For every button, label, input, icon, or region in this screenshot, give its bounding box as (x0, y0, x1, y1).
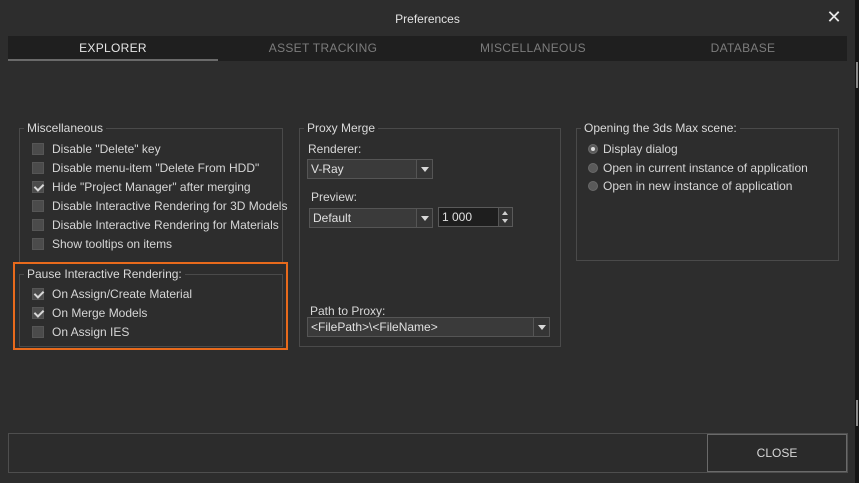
preview-label: Preview: (311, 190, 358, 204)
tab-bar: EXPLORER ASSET TRACKING MISCELLANEOUS DA… (8, 36, 847, 61)
checkbox-box[interactable] (32, 238, 44, 250)
checkbox-hide-project-manager[interactable]: Hide "Project Manager" after merging (32, 178, 251, 196)
window-title: Preferences (395, 12, 460, 26)
checkbox-label: Disable Interactive Rendering for 3D Mod… (52, 199, 288, 213)
tab-asset-tracking[interactable]: ASSET TRACKING (218, 36, 428, 61)
edge-mark (856, 62, 858, 88)
arrow-down-icon[interactable] (502, 219, 508, 223)
checkbox-disable-delete-from-hdd[interactable]: Disable menu-item "Delete From HDD" (32, 159, 259, 177)
checkbox-disable-ir-3d-models[interactable]: Disable Interactive Rendering for 3D Mod… (32, 197, 287, 215)
radio-button[interactable] (588, 163, 598, 173)
tab-database[interactable]: DATABASE (638, 36, 848, 61)
radio-open-new-instance[interactable]: Open in new instance of application (588, 177, 792, 195)
radio-display-dialog[interactable]: Display dialog (588, 140, 678, 158)
renderer-value: V-Ray (311, 162, 344, 176)
checkbox-box[interactable] (32, 143, 44, 155)
checkbox-disable-delete-key[interactable]: Disable "Delete" key (32, 140, 161, 158)
checkbox-on-merge-models[interactable]: On Merge Models (32, 304, 147, 322)
opening-scene-legend: Opening the 3ds Max scene: (584, 121, 737, 135)
radio-label: Display dialog (603, 142, 678, 156)
miscellaneous-legend: Miscellaneous (27, 121, 104, 135)
checkbox-box[interactable] (32, 326, 44, 338)
preview-count-value: 1 000 (442, 210, 473, 224)
tab-miscellaneous[interactable]: MISCELLANEOUS (428, 36, 638, 61)
radio-label: Open in new instance of application (603, 179, 793, 193)
checkbox-box[interactable] (32, 200, 44, 212)
radio-button[interactable] (588, 144, 598, 154)
preferences-dialog: Preferences ✕ EXPLORER ASSET TRACKING MI… (0, 0, 855, 483)
renderer-dropdown[interactable]: V-Ray (307, 159, 433, 179)
checkbox-box[interactable] (32, 219, 44, 231)
title-bar: Preferences ✕ (0, 0, 855, 36)
chevron-down-icon[interactable] (533, 318, 549, 336)
close-button[interactable]: CLOSE (707, 434, 847, 472)
checkbox-box[interactable] (32, 288, 44, 300)
checkbox-box[interactable] (32, 307, 44, 319)
checkbox-on-assign-create-material[interactable]: On Assign/Create Material (32, 285, 192, 303)
checkbox-label: Show tooltips on items (52, 237, 173, 251)
tab-explorer[interactable]: EXPLORER (8, 36, 218, 61)
preview-value: Default (313, 211, 352, 225)
edge-mark (856, 400, 858, 426)
chevron-down-icon[interactable] (416, 160, 432, 178)
checkbox-label: Disable "Delete" key (52, 142, 161, 156)
close-icon[interactable]: ✕ (825, 8, 843, 26)
checkbox-label: Disable menu-item "Delete From HDD" (52, 161, 260, 175)
radio-label: Open in current instance of application (603, 161, 808, 175)
checkbox-label: Hide "Project Manager" after merging (52, 180, 251, 194)
pause-interactive-rendering-legend: Pause Interactive Rendering: (27, 267, 182, 281)
renderer-label: Renderer: (308, 142, 362, 156)
radio-button[interactable] (588, 181, 598, 191)
path-to-proxy-dropdown[interactable]: <FilePath>\<FileName> (307, 317, 550, 337)
checkbox-label: On Assign/Create Material (52, 287, 193, 301)
checkbox-on-assign-ies[interactable]: On Assign IES (32, 323, 129, 341)
chevron-down-icon[interactable] (416, 209, 432, 227)
checkbox-label: On Merge Models (52, 306, 148, 320)
checkbox-label: Disable Interactive Rendering for Materi… (52, 218, 279, 232)
arrow-up-icon[interactable] (502, 211, 508, 215)
background-window-edge (855, 0, 859, 483)
checkbox-box[interactable] (32, 181, 44, 193)
checkbox-disable-ir-materials[interactable]: Disable Interactive Rendering for Materi… (32, 216, 279, 234)
proxy-merge-legend: Proxy Merge (307, 121, 376, 135)
preview-dropdown[interactable]: Default (309, 208, 433, 228)
spinner-buttons[interactable] (498, 208, 512, 226)
path-to-proxy-label: Path to Proxy: (310, 304, 386, 318)
radio-open-current-instance[interactable]: Open in current instance of application (588, 159, 808, 177)
checkbox-show-tooltips[interactable]: Show tooltips on items (32, 235, 172, 253)
path-to-proxy-value: <FilePath>\<FileName> (311, 320, 438, 334)
checkbox-label: On Assign IES (52, 325, 130, 339)
checkbox-box[interactable] (32, 162, 44, 174)
preview-count-spinner[interactable]: 1 000 (438, 207, 513, 227)
